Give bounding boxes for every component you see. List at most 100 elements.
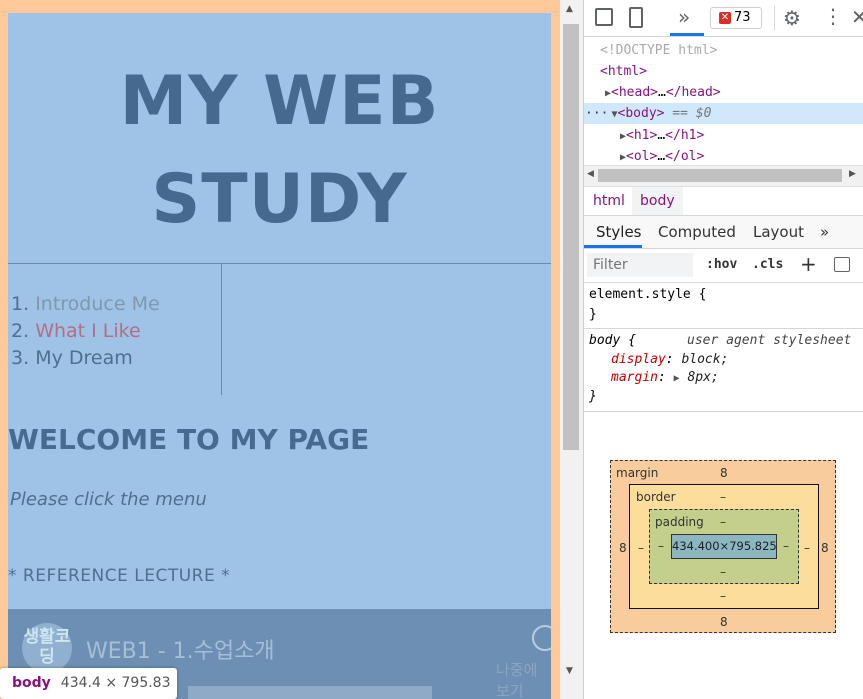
error-count-badge[interactable]: ✕ 73 bbox=[710, 7, 762, 29]
menu-item-what-i-like[interactable]: 2. What I Like bbox=[11, 318, 160, 345]
menu-link-what-i-like[interactable]: What I Like bbox=[35, 320, 140, 342]
kebab-icon[interactable]: ⋮ bbox=[823, 4, 843, 28]
dom-head[interactable]: ▶<head>…</head> bbox=[584, 82, 863, 103]
menu-item-introduce[interactable]: 1. Introduce Me bbox=[11, 291, 160, 318]
rule-close-brace: } bbox=[589, 389, 597, 404]
tab-styles[interactable]: Styles bbox=[596, 216, 642, 248]
breadcrumb-body[interactable]: body bbox=[632, 187, 683, 215]
breadcrumb-html[interactable]: html bbox=[593, 187, 625, 215]
breadcrumb: html body bbox=[584, 187, 863, 216]
dom-horizontal-scrollbar[interactable]: ◀ ▶ bbox=[584, 165, 863, 187]
margin-top-value[interactable]: 8 bbox=[720, 466, 728, 480]
title-line-1: MY WEB bbox=[119, 62, 440, 141]
page-title: MY WEB STUDY bbox=[8, 53, 551, 249]
border-label: border bbox=[636, 490, 676, 504]
padding-top-value[interactable]: – bbox=[720, 515, 726, 529]
dom-doctype[interactable]: <!DOCTYPE html> bbox=[584, 40, 863, 61]
box-model-margin[interactable]: margin 8 8 8 8 border – – – – padding – … bbox=[610, 460, 836, 633]
margin-bottom-value[interactable]: 8 bbox=[720, 615, 728, 629]
margin-right-value[interactable]: 8 bbox=[821, 541, 829, 555]
devtools-toolbar: » ✕ 73 ⚙ ⋮ ✕ bbox=[584, 0, 863, 37]
vertical-divider bbox=[221, 263, 222, 395]
border-left-value[interactable]: – bbox=[638, 541, 644, 555]
box-model-padding[interactable]: padding – – – – 434.400×795.825 bbox=[649, 509, 799, 584]
element-style-rule[interactable]: element.style { } bbox=[584, 283, 863, 329]
badge-tag: body bbox=[12, 675, 51, 691]
prop-display[interactable]: display: block; bbox=[611, 352, 728, 367]
body-ua-rule[interactable]: body { user agent stylesheet display: bl… bbox=[584, 329, 863, 412]
close-icon[interactable]: ✕ bbox=[851, 5, 863, 29]
prop-margin[interactable]: margin: ▶ 8px; bbox=[611, 370, 719, 385]
padding-bottom-value[interactable]: – bbox=[720, 565, 726, 579]
body-selector: body { bbox=[589, 333, 636, 348]
menu-item-my-dream[interactable]: 3. My Dream bbox=[11, 345, 160, 372]
nav-menu: 1. Introduce Me 2. What I Like 3. My Dre… bbox=[11, 291, 160, 372]
border-right-value[interactable]: – bbox=[804, 541, 810, 555]
styles-filter-bar: :hov .cls + bbox=[584, 249, 863, 283]
title-line-2: STUDY bbox=[151, 160, 408, 239]
cls-toggle-button[interactable]: .cls bbox=[752, 257, 783, 272]
new-rule-button[interactable]: + bbox=[800, 252, 817, 276]
scroll-right-icon[interactable]: ▶ bbox=[849, 169, 856, 179]
box-model-border[interactable]: border – – – – padding – – – – 434.400×7… bbox=[629, 484, 819, 609]
error-icon: ✕ bbox=[719, 11, 731, 24]
gear-icon[interactable]: ⚙ bbox=[783, 6, 801, 30]
badge-size: 434.4 × 795.83 bbox=[60, 675, 171, 691]
device-toolbar-icon[interactable] bbox=[629, 7, 643, 28]
dom-body-selected[interactable]: ··· ▼<body> == $0 bbox=[584, 103, 863, 124]
dom-ol[interactable]: ▶<ol>…</ol> bbox=[584, 146, 863, 165]
toggle-sidebar-icon[interactable] bbox=[834, 257, 850, 272]
watch-later-label[interactable]: 나중에 보기 bbox=[496, 659, 551, 699]
dom-tree: <!DOCTYPE html> <html> ▶<head>…</head> ·… bbox=[584, 37, 863, 165]
rule-source[interactable]: user agent stylesheet bbox=[687, 333, 851, 348]
scroll-down-icon[interactable]: ▼ bbox=[566, 666, 573, 676]
padding-left-value[interactable]: – bbox=[658, 539, 664, 553]
devtools-panel: » ✕ 73 ⚙ ⋮ ✕ <!DOCTYPE html> <html> ▶<hea… bbox=[583, 0, 863, 699]
page-scrollbar[interactable]: ▲ ▼ bbox=[560, 0, 583, 699]
scroll-thumb[interactable] bbox=[563, 24, 579, 450]
element-size-badge: body 434.4 × 795.83 bbox=[0, 668, 177, 699]
active-tab-indicator bbox=[584, 245, 642, 248]
more-panels-button[interactable]: » bbox=[678, 5, 690, 29]
padding-right-value[interactable]: – bbox=[783, 539, 789, 553]
box-model-content[interactable]: 434.400×795.825 bbox=[671, 534, 777, 559]
border-bottom-value[interactable]: – bbox=[720, 589, 726, 603]
menu-link-my-dream[interactable]: My Dream bbox=[35, 347, 133, 369]
clock-icon[interactable] bbox=[532, 625, 551, 651]
border-top-value[interactable]: – bbox=[720, 490, 726, 504]
menu-link-introduce[interactable]: Introduce Me bbox=[35, 293, 159, 315]
active-tab-indicator bbox=[670, 33, 704, 36]
inspect-element-icon[interactable] bbox=[595, 8, 613, 26]
horizontal-divider bbox=[8, 263, 551, 264]
tab-more[interactable]: » bbox=[820, 216, 829, 248]
page-body-highlight: MY WEB STUDY 1. Introduce Me 2. What I L… bbox=[8, 13, 551, 699]
welcome-heading: WELCOME TO MY PAGE bbox=[8, 423, 370, 456]
video-scrollbar bbox=[188, 686, 432, 699]
dom-html[interactable]: <html> bbox=[584, 61, 863, 82]
instruction-text: Please click the menu bbox=[10, 489, 207, 510]
scroll-up-icon[interactable]: ▲ bbox=[566, 4, 573, 14]
more-actions-icon[interactable]: ··· bbox=[585, 106, 608, 121]
hov-toggle-button[interactable]: :hov bbox=[706, 257, 737, 272]
menu-number: 1. bbox=[11, 293, 30, 315]
menu-number: 3. bbox=[11, 347, 30, 369]
margin-left-value[interactable]: 8 bbox=[619, 541, 627, 555]
element-style-selector: element.style { bbox=[589, 287, 707, 302]
toolbar-separator bbox=[774, 6, 775, 30]
rule-close-brace: } bbox=[589, 307, 597, 322]
scroll-left-icon[interactable]: ◀ bbox=[587, 169, 594, 179]
menu-number: 2. bbox=[11, 320, 30, 342]
expand-arrow-icon[interactable]: ▶ bbox=[674, 373, 680, 384]
error-count: 73 bbox=[734, 10, 751, 25]
dom-scroll-thumb[interactable] bbox=[598, 169, 842, 182]
filter-input[interactable] bbox=[587, 253, 693, 277]
page-viewport[interactable]: MY WEB STUDY 1. Introduce Me 2. What I L… bbox=[0, 0, 560, 699]
tab-layout[interactable]: Layout bbox=[753, 216, 804, 248]
margin-label: margin bbox=[616, 466, 659, 480]
dom-h1[interactable]: ▶<h1>…</h1> bbox=[584, 125, 863, 146]
tab-computed[interactable]: Computed bbox=[658, 216, 736, 248]
channel-logo[interactable]: 생활코딩 bbox=[22, 623, 72, 673]
reference-heading: * REFERENCE LECTURE * bbox=[8, 566, 231, 586]
video-title[interactable]: WEB1 - 1.수업소개 bbox=[86, 633, 275, 665]
padding-label: padding bbox=[655, 515, 704, 529]
